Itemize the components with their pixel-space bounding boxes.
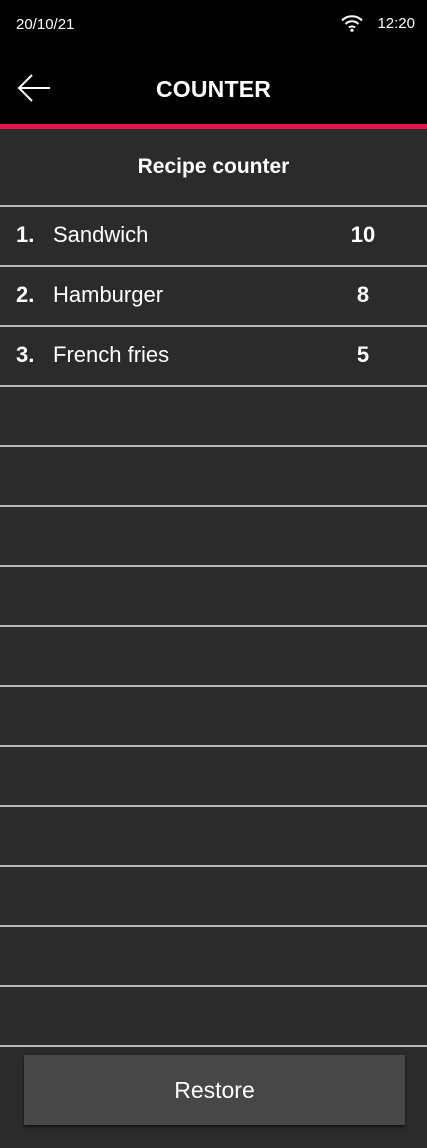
counter-content: Recipe counter 1. Sandwich 10 2. Hamburger 8 3… bbox=[0, 129, 427, 1148]
status-time: 12:20 bbox=[377, 14, 415, 32]
list-item: 2. Hamburger 8 bbox=[0, 265, 427, 325]
restore-button[interactable]: Restore bbox=[24, 1055, 405, 1125]
status-bar: 20/10/21 12:20 bbox=[0, 0, 427, 54]
list-item bbox=[0, 685, 427, 745]
list-item bbox=[0, 505, 427, 565]
list-item bbox=[0, 565, 427, 625]
list-item bbox=[0, 625, 427, 685]
section-title: Recipe counter bbox=[137, 155, 290, 178]
list-item bbox=[0, 745, 427, 805]
recipe-count: 5 bbox=[356, 342, 370, 367]
recipe-number: 2. bbox=[16, 282, 35, 307]
list-item: 1. Sandwich 10 bbox=[0, 205, 427, 265]
recipe-count: 10 bbox=[350, 222, 376, 247]
recipe-list: 1. Sandwich 10 2. Hamburger 8 3. French fries 5 bbox=[0, 205, 427, 1047]
recipe-name: French fries bbox=[53, 342, 170, 367]
recipe-count: 8 bbox=[356, 282, 370, 307]
recipe-number: 3. bbox=[16, 342, 35, 367]
recipe-name: Sandwich bbox=[53, 222, 149, 247]
status-date: 20/10/21 bbox=[16, 16, 75, 33]
list-item bbox=[0, 985, 427, 1047]
list-item bbox=[0, 805, 427, 865]
list-item bbox=[0, 445, 427, 505]
page-title: COUNTER bbox=[155, 76, 272, 102]
list-item bbox=[0, 385, 427, 445]
app-header: COUNTER bbox=[0, 54, 427, 126]
recipe-name: Hamburger bbox=[53, 282, 164, 307]
recipe-number: 1. bbox=[16, 222, 35, 247]
wifi-icon bbox=[341, 14, 364, 32]
list-item bbox=[0, 925, 427, 985]
list-item: 3. French fries 5 bbox=[0, 325, 427, 385]
status-right: 12:20 bbox=[341, 14, 415, 32]
list-item bbox=[0, 865, 427, 925]
